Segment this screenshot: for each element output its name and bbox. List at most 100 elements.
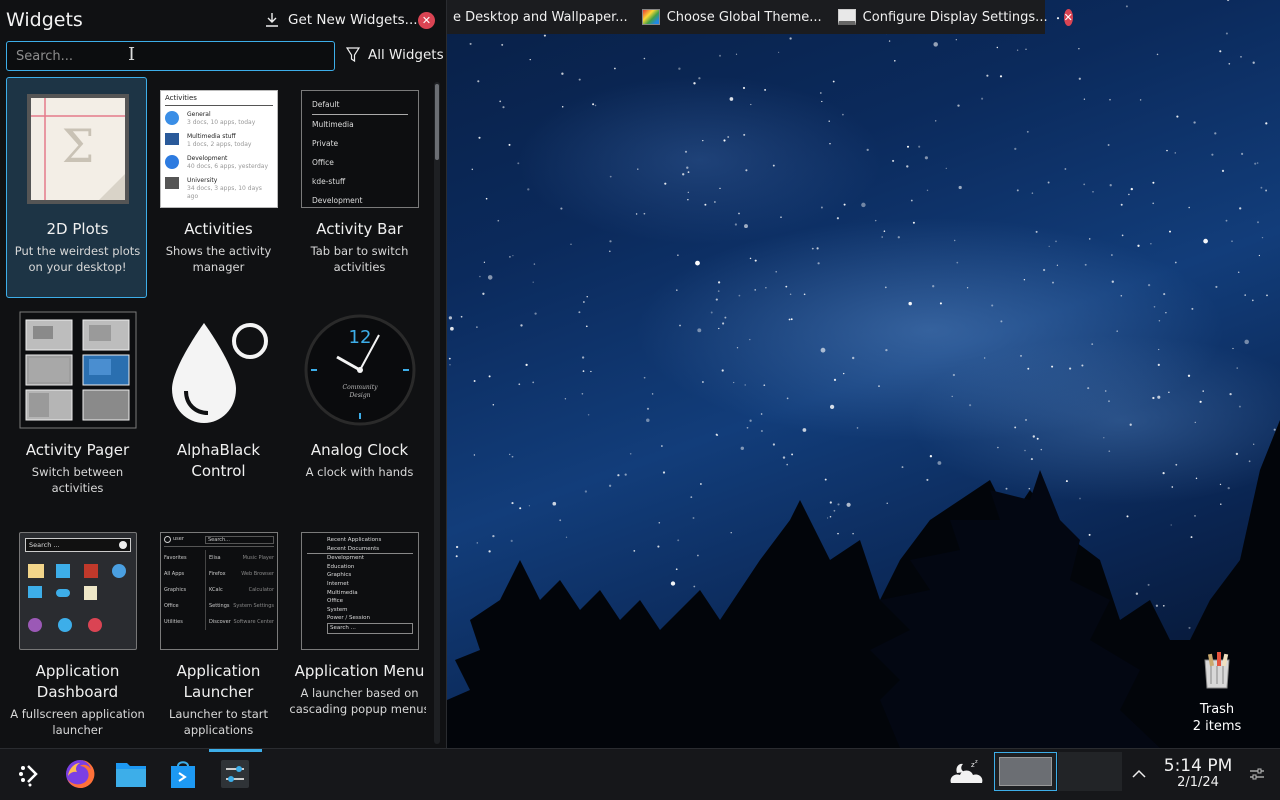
file-manager-button[interactable]	[112, 755, 150, 793]
discover-button[interactable]	[164, 755, 202, 793]
digital-clock[interactable]: 5:14 PM 2/1/24	[1160, 757, 1236, 791]
gear-icon	[112, 564, 126, 578]
user-icon	[28, 618, 42, 632]
preview-header: Activities	[165, 94, 273, 106]
close-icon[interactable]: ✕	[418, 12, 435, 29]
weather-widget[interactable]: z z	[946, 755, 988, 793]
firefox-icon	[66, 759, 95, 788]
get-new-widgets-button[interactable]: Get New Widgets...	[264, 12, 418, 28]
widget-description: Shows the activity manager	[165, 244, 272, 274]
task-desktop-wallpaper[interactable]: e Desktop and Wallpaper...	[447, 0, 634, 34]
system-settings-button[interactable]	[216, 755, 254, 793]
preview-text: Favorites	[164, 555, 187, 561]
preview-text: Multimedia stuff	[187, 133, 236, 140]
preview-text: 34 docs, 3 apps, 10 days ago	[187, 185, 262, 200]
widget-scrollbar[interactable]	[431, 82, 443, 744]
app-icon	[84, 564, 98, 578]
preview-text: Development	[187, 155, 228, 162]
widget-card-alphablack-control[interactable]: AlphaBlack Control	[147, 298, 288, 519]
pager-desktop-2[interactable]	[1058, 752, 1122, 791]
widget-card-2d-plots[interactable]: Σ 2D Plots Put the weirdest plots on you…	[6, 77, 147, 298]
widget-description: Tab bar to switch activities	[310, 244, 409, 274]
trash-label: Trash	[1199, 702, 1235, 717]
pager-desktop-1[interactable]	[994, 752, 1057, 791]
widget-name: Application Dashboard	[35, 662, 120, 701]
widget-grid: Σ 2D Plots Put the weirdest plots on you…	[6, 77, 426, 745]
launcher-preview: user Search... Favorites All Apps Graphi…	[160, 532, 278, 650]
scroll-track	[434, 82, 440, 744]
preview-text: Web Browser	[241, 571, 274, 577]
preview-text: Internet	[327, 580, 349, 587]
preview-header: user Search...	[164, 536, 274, 547]
appmenu-preview: Recent Applications Recent Documents Dev…	[301, 532, 419, 650]
preview-text: Search...	[205, 536, 274, 544]
preview-session-row	[28, 618, 131, 632]
display-icon	[837, 9, 856, 25]
dashboard-preview: Search ...	[19, 532, 137, 650]
widget-name: 2D Plots	[46, 220, 109, 238]
preview-row: University 34 docs, 3 apps, 10 days ago	[165, 177, 273, 201]
monitor-icon	[165, 133, 179, 145]
kde-launcher-icon	[19, 765, 38, 787]
svg-text:Σ: Σ	[62, 119, 95, 173]
preview-text: Graphics	[164, 587, 187, 593]
task-global-theme[interactable]: Choose Global Theme...	[636, 0, 828, 34]
preview-text: Default	[312, 95, 408, 115]
taskbar: z z 5:14 PM 2/1/24	[0, 748, 1280, 800]
clock-brand: Design	[348, 392, 370, 399]
text-cursor-icon: I	[128, 44, 136, 65]
trash-count: 2 items	[1192, 719, 1242, 734]
widget-name: Application Launcher	[176, 662, 261, 701]
widget-description: A fullscreen application launcher	[10, 707, 145, 737]
preview-text: Utilities	[164, 619, 183, 625]
pager-window	[999, 757, 1052, 786]
preview-text: kde-stuff	[312, 177, 346, 186]
close-icon[interactable]: ✕	[1063, 8, 1073, 26]
preview-row: Multimedia stuff 1 docs, 2 apps, today	[165, 133, 273, 149]
widget-card-analog-clock[interactable]: 12 Community Design Analog Clock A clock…	[288, 298, 426, 519]
preview-text: Multimedia	[312, 120, 354, 129]
toggle-icon	[56, 589, 70, 597]
preview-text: Music Player	[242, 555, 274, 561]
droplet-icon	[172, 323, 268, 423]
firefox-button[interactable]	[61, 755, 99, 793]
filter-icon	[346, 47, 360, 63]
widget-card-activity-bar[interactable]: Default Multimedia Private Office kde-st…	[288, 77, 426, 298]
widget-name: Application Menu	[294, 662, 425, 680]
preview-text: Development	[327, 555, 365, 562]
widget-card-activities[interactable]: Activities General 3 docs, 10 apps, today…	[147, 77, 288, 298]
discover-icon	[171, 761, 195, 788]
widget-card-application-dashboard[interactable]: Search ... Application Dashboard A fulls…	[6, 519, 147, 740]
globe-icon	[165, 111, 179, 125]
preview-text: 1 docs, 2 apps, today	[187, 141, 252, 148]
preview-text: System Settings	[233, 603, 274, 609]
filter-button[interactable]: All Widgets	[346, 47, 444, 63]
widgets-panel: Widgets Get New Widgets... ✕ I All Widge…	[0, 0, 447, 748]
scroll-handle[interactable]	[435, 84, 439, 160]
panel-config-icon	[1250, 768, 1264, 780]
clock-date: 2/1/24	[1177, 775, 1219, 790]
widget-card-application-launcher[interactable]: user Search... Favorites All Apps Graphi…	[147, 519, 288, 740]
search-input[interactable]	[6, 41, 335, 71]
preview-text: Software Center	[233, 619, 274, 625]
preview-text: System	[327, 606, 348, 613]
clock-brand: Community	[342, 384, 378, 391]
filter-label: All Widgets	[368, 47, 444, 63]
svg-text:z: z	[975, 759, 978, 765]
widget-name: Activity Bar	[316, 220, 403, 238]
preview-search: Search ...	[25, 538, 131, 552]
widget-description: A clock with hands	[305, 465, 414, 479]
preview-text: Search ...	[29, 541, 60, 549]
widget-card-application-menu[interactable]: Recent Applications Recent Documents Dev…	[288, 519, 426, 740]
preview-apps: Elisa Music Player Firefox Web Browser KCa…	[206, 550, 274, 630]
preview-text: Education	[327, 563, 355, 570]
widget-card-activity-pager[interactable]: Activity Pager Switch between activities	[6, 298, 147, 519]
trash-desktop-icon[interactable]: Trash 2 items	[1182, 650, 1252, 735]
task-display-settings[interactable]: Configure Display Settings...	[832, 0, 1054, 34]
clear-icon	[119, 541, 127, 549]
panel-configure-button[interactable]	[1240, 755, 1274, 793]
chat-icon	[28, 586, 42, 598]
folder-icon	[116, 763, 146, 787]
system-tray-expand-button[interactable]	[1121, 755, 1157, 793]
application-launcher-button[interactable]	[11, 755, 49, 793]
